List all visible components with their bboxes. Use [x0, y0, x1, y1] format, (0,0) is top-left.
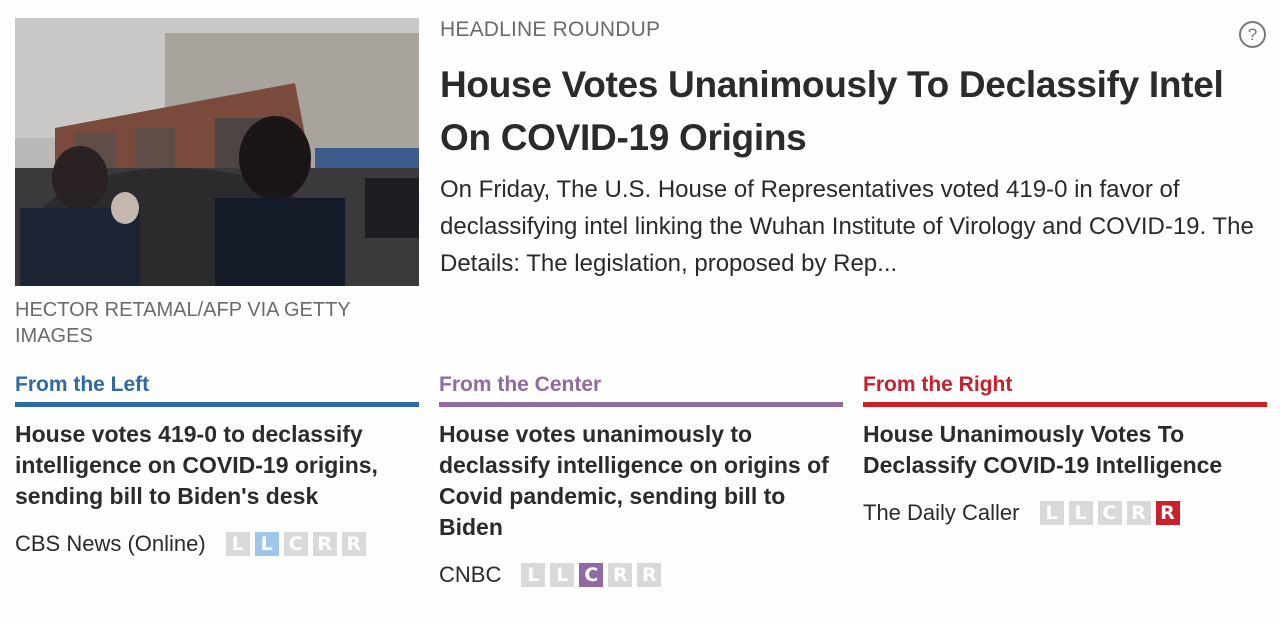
- column-center-title[interactable]: House votes unanimously to declassify in…: [439, 419, 843, 543]
- bias-letter: C: [1097, 501, 1122, 525]
- bias-letter: R: [608, 563, 633, 587]
- bias-rating-icon[interactable]: L L C R R: [225, 532, 366, 556]
- section-kicker: HEADLINE ROUNDUP: [440, 18, 661, 41]
- bias-rating-icon[interactable]: L L C R R: [521, 563, 662, 587]
- column-center-source-row: CNBC L L C R R: [439, 560, 843, 590]
- bias-letter: L: [1039, 501, 1064, 525]
- bias-letter: R: [1155, 501, 1180, 525]
- column-right-source-row: The Daily Caller L L C R R: [863, 498, 1267, 528]
- column-right-title[interactable]: House Unanimously Votes To Declassify CO…: [863, 419, 1267, 481]
- bias-letter: C: [283, 532, 308, 556]
- bias-rating-icon[interactable]: L L C R R: [1039, 501, 1180, 525]
- column-left-title[interactable]: House votes 419-0 to declassify intellig…: [15, 419, 419, 512]
- bias-letter: L: [550, 563, 575, 587]
- bias-letter: L: [1068, 501, 1093, 525]
- column-center-source[interactable]: CNBC: [439, 562, 501, 588]
- question-mark-icon: ?: [1247, 25, 1258, 44]
- bias-letter: L: [521, 563, 546, 587]
- bias-letter: R: [637, 563, 662, 587]
- column-left-source-row: CBS News (Online) L L C R R: [15, 529, 419, 559]
- bias-letter: R: [341, 532, 366, 556]
- story-photo[interactable]: [15, 18, 419, 286]
- bias-letter: R: [312, 532, 337, 556]
- bias-letter: R: [1126, 501, 1151, 525]
- bias-letter: C: [579, 563, 604, 587]
- column-right-source[interactable]: The Daily Caller: [863, 500, 1020, 526]
- column-right-label: From the Right: [863, 373, 1013, 396]
- column-left: From the Left House votes 419-0 to decla…: [15, 370, 419, 559]
- help-button[interactable]: ?: [1239, 21, 1266, 48]
- bias-letter: L: [254, 532, 279, 556]
- bias-letter: L: [225, 532, 250, 556]
- column-center-label: From the Center: [439, 373, 602, 396]
- column-left-divider: [15, 402, 419, 407]
- story-summary: On Friday, The U.S. House of Representat…: [440, 176, 1254, 277]
- column-right-divider: [863, 402, 1267, 407]
- column-left-label: From the Left: [15, 373, 150, 396]
- story-photo-image: [15, 18, 419, 286]
- column-right: From the Right House Unanimously Votes T…: [863, 370, 1267, 528]
- column-center: From the Center House votes unanimously …: [439, 370, 843, 590]
- photo-credit: HECTOR RETAMAL/AFP VIA GETTY IMAGES: [15, 299, 351, 347]
- column-center-divider: [439, 402, 843, 407]
- story-headline[interactable]: House Votes Unanimously To Declassify In…: [440, 58, 1260, 164]
- column-left-source[interactable]: CBS News (Online): [15, 531, 206, 557]
